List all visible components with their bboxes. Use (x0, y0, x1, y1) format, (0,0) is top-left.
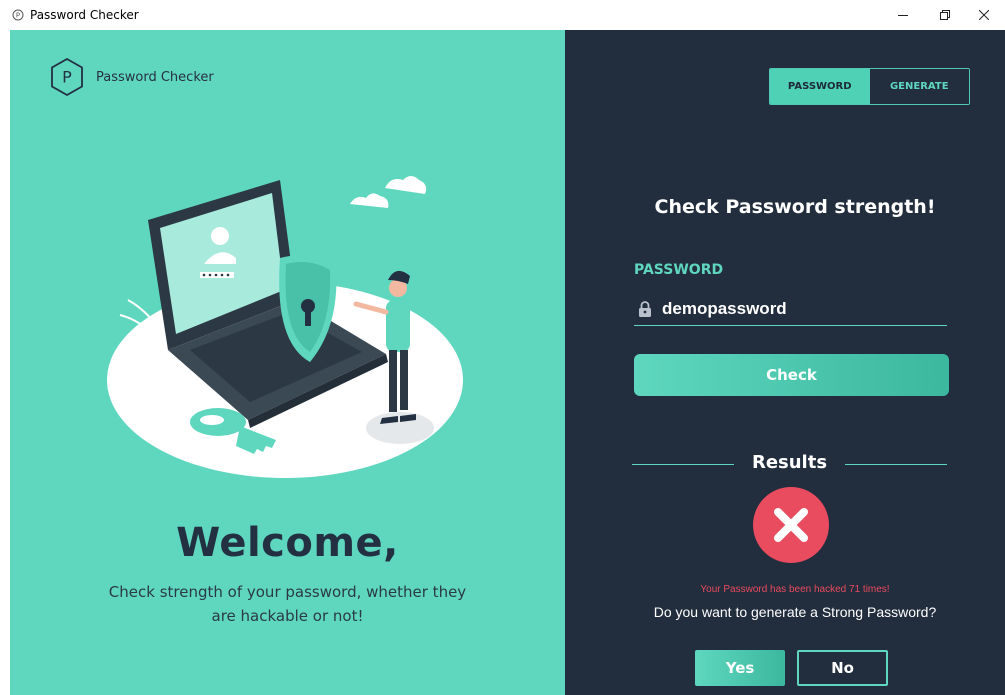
results-label: Results (751, 452, 828, 473)
generate-question: Do you want to generate a Strong Passwor… (653, 604, 937, 620)
logo-letter: P (62, 68, 72, 87)
lock-icon (639, 300, 651, 317)
divider-line-right (845, 464, 947, 465)
yes-button[interactable]: Yes (695, 650, 785, 686)
restore-icon (940, 10, 950, 20)
minimize-icon (898, 15, 908, 16)
app-icon: P (12, 9, 24, 21)
check-heading: Check Password strength! (654, 196, 936, 218)
x-circle-icon (753, 487, 829, 563)
window-title: Password Checker (30, 8, 139, 22)
password-label: PASSWORD (634, 262, 724, 278)
restore-button[interactable] (924, 0, 966, 30)
svg-text:P: P (16, 12, 20, 20)
check-button[interactable]: Check (634, 354, 949, 396)
close-button[interactable] (963, 0, 1005, 30)
mode-tabs: PASSWORD GENERATE (769, 68, 970, 105)
security-illustration (107, 176, 463, 478)
brand: P Password Checker (50, 58, 214, 96)
welcome-panel: P Password Checker Welcome, Check streng… (10, 30, 565, 695)
password-field (634, 292, 947, 326)
close-icon (979, 10, 989, 20)
welcome-subtitle: Check strength of your password, whether… (108, 583, 467, 625)
hacked-message: Your Password has been hacked 71 times! (700, 584, 890, 595)
password-input[interactable] (662, 298, 942, 319)
no-button[interactable]: No (797, 650, 888, 686)
tab-password[interactable]: PASSWORD (770, 69, 870, 104)
logo-icon: P (51, 58, 83, 96)
results-divider: Results (632, 452, 947, 476)
brand-name: Password Checker (96, 69, 214, 85)
minimize-button[interactable] (882, 0, 924, 30)
welcome-title: Welcome, (176, 520, 399, 566)
tab-generate[interactable]: GENERATE (869, 69, 969, 104)
checker-panel: PASSWORD GENERATE Check Password strengt… (565, 30, 1005, 695)
title-bar: P Password Checker (0, 0, 1005, 30)
